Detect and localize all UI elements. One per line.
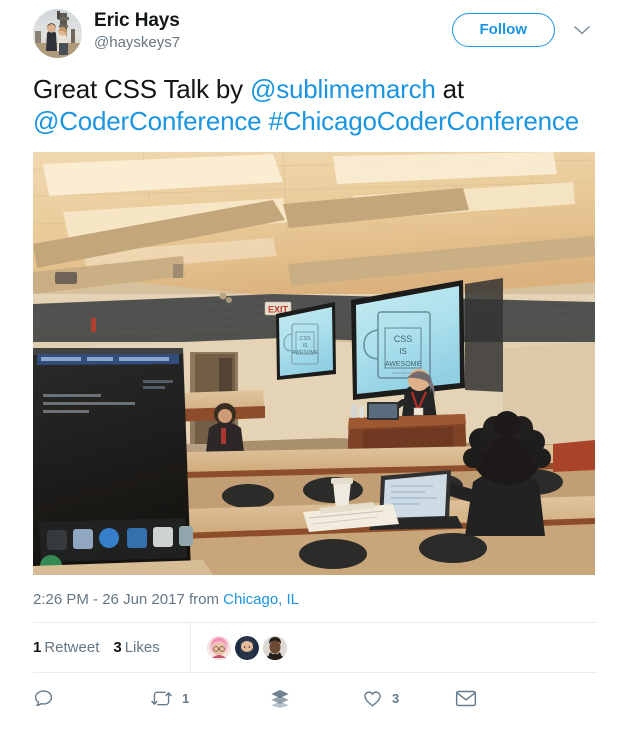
like-stat-count: 3	[113, 639, 122, 656]
mention-link-coderconference[interactable]: @CoderConference	[33, 106, 262, 136]
like-button[interactable]: 3	[362, 688, 455, 709]
like-stat-label: Likes	[124, 639, 160, 656]
tweet-time[interactable]: 2:26 PM	[33, 591, 89, 608]
author-identity: Eric Hays @hayskeys7	[94, 9, 452, 53]
retweet-count: 1	[182, 690, 190, 706]
chevron-down-icon	[573, 24, 591, 36]
more-options-button[interactable]	[567, 20, 597, 40]
like-stat[interactable]: 3 Likes	[113, 639, 159, 656]
buffer-stack-icon	[270, 688, 290, 709]
tweet-header: Eric Hays @hayskeys7 Follow	[33, 0, 597, 60]
retweet-icon	[150, 688, 173, 709]
reply-button[interactable]	[33, 688, 150, 709]
tweet-text: Great CSS Talk by @sublimemarch at @Code…	[33, 73, 597, 137]
retweet-button[interactable]: 1	[150, 688, 270, 709]
author-display-name[interactable]: Eric Hays	[94, 10, 452, 32]
retweet-stat-label: Retweet	[44, 639, 100, 656]
tweet-date[interactable]: 26 Jun 2017	[102, 591, 185, 608]
liker-avatar-1[interactable]	[206, 635, 231, 660]
mention-link-sublimemarch[interactable]: @sublimemarch	[250, 74, 436, 104]
tweet-location-link[interactable]: Chicago, IL	[223, 591, 299, 608]
hashtag-link-chicagocoderconference[interactable]: #ChicagoCoderConference	[268, 106, 579, 136]
liker-avatar-3[interactable]	[262, 635, 287, 660]
liker-avatar-2[interactable]	[234, 635, 259, 660]
like-count: 3	[392, 690, 400, 706]
tweet-text-segment: at	[435, 74, 464, 104]
meta-separator: -	[88, 591, 103, 608]
tweet-text-segment: Great CSS Talk by	[33, 74, 251, 104]
tweet-photo[interactable]: EXIT CSS IS AWESOME CSS IS AWESOME css-t…	[33, 152, 595, 575]
tweet-actions: 1 3	[33, 672, 597, 721]
direct-message-button[interactable]	[455, 689, 486, 708]
retweet-stat-count: 1	[33, 639, 42, 656]
tweet-meta: 2:26 PM - 26 Jun 2017 from Chicago, IL	[33, 590, 597, 610]
reply-icon	[33, 688, 54, 709]
stat-group: 1 Retweet 3 Likes	[33, 623, 190, 672]
meta-from-label: from	[184, 591, 224, 608]
envelope-icon	[455, 689, 477, 708]
header-actions: Follow	[451, 9, 598, 47]
tweet-card: Eric Hays @hayskeys7 Follow Great CSS Ta…	[0, 0, 630, 729]
heart-icon	[362, 688, 383, 709]
follow-button[interactable]: Follow	[451, 13, 555, 47]
author-handle[interactable]: @hayskeys7	[94, 33, 452, 53]
avatar[interactable]	[33, 9, 82, 58]
tweet-stats: 1 Retweet 3 Likes	[33, 622, 597, 672]
liker-facepile	[189, 623, 291, 672]
buffer-button[interactable]	[270, 688, 362, 709]
retweet-stat[interactable]: 1 Retweet	[33, 639, 99, 656]
